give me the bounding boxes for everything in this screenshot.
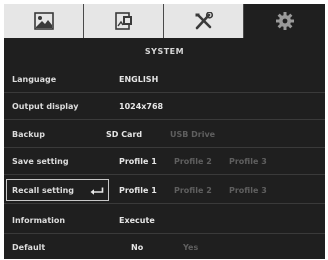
tab-tools[interactable] xyxy=(164,4,244,38)
tab-image[interactable] xyxy=(4,4,84,38)
output-display-value[interactable]: 1024x768 xyxy=(119,94,163,120)
divider xyxy=(4,92,325,93)
system-settings-screen: SYSTEM Language ENGLISH Output display 1… xyxy=(4,4,325,259)
enter-icon xyxy=(90,187,104,195)
gear-icon xyxy=(275,12,294,30)
divider xyxy=(4,203,325,204)
divider xyxy=(4,119,325,120)
recall-option-profile-3[interactable]: Profile 3 xyxy=(229,178,267,204)
save-setting-label: Save setting xyxy=(12,157,69,166)
tab-document[interactable] xyxy=(84,4,164,38)
document-settings-icon xyxy=(114,12,132,30)
output-display-label: Output display xyxy=(12,102,79,111)
row-default[interactable]: Default No Yes xyxy=(4,235,325,259)
divider xyxy=(4,233,325,234)
recall-option-profile-1[interactable]: Profile 1 xyxy=(119,178,157,204)
row-output-display[interactable]: Output display 1024x768 xyxy=(4,94,325,120)
row-backup[interactable]: Backup SD Card USB Drive xyxy=(4,122,325,148)
default-option-yes[interactable]: Yes xyxy=(183,235,198,259)
tools-icon xyxy=(195,12,213,30)
information-label: Information xyxy=(12,216,66,225)
default-option-no[interactable]: No xyxy=(131,235,143,259)
row-language[interactable]: Language ENGLISH xyxy=(4,67,325,93)
backup-label: Backup xyxy=(12,130,45,139)
tab-bar xyxy=(4,4,325,38)
language-label: Language xyxy=(12,75,57,84)
information-execute-button[interactable]: Execute xyxy=(119,208,155,234)
tab-system[interactable] xyxy=(244,4,325,38)
page-title: SYSTEM xyxy=(144,47,185,56)
default-label: Default xyxy=(12,243,46,252)
image-icon xyxy=(33,12,54,30)
backup-option-usb-drive[interactable]: USB Drive xyxy=(170,122,215,148)
language-value[interactable]: ENGLISH xyxy=(119,67,158,93)
recall-setting-label: Recall setting xyxy=(12,186,74,195)
save-option-profile-3[interactable]: Profile 3 xyxy=(229,149,267,175)
row-recall-setting[interactable]: Recall setting Profile 1 Profile 2 Profi… xyxy=(4,178,325,204)
divider xyxy=(4,174,325,175)
save-option-profile-1[interactable]: Profile 1 xyxy=(119,149,157,175)
save-option-profile-2[interactable]: Profile 2 xyxy=(174,149,212,175)
row-save-setting[interactable]: Save setting Profile 1 Profile 2 Profile… xyxy=(4,149,325,175)
recall-option-profile-2[interactable]: Profile 2 xyxy=(174,178,212,204)
row-information[interactable]: Information Execute xyxy=(4,208,325,234)
backup-option-sd-card[interactable]: SD Card xyxy=(106,122,142,148)
divider xyxy=(4,147,325,148)
